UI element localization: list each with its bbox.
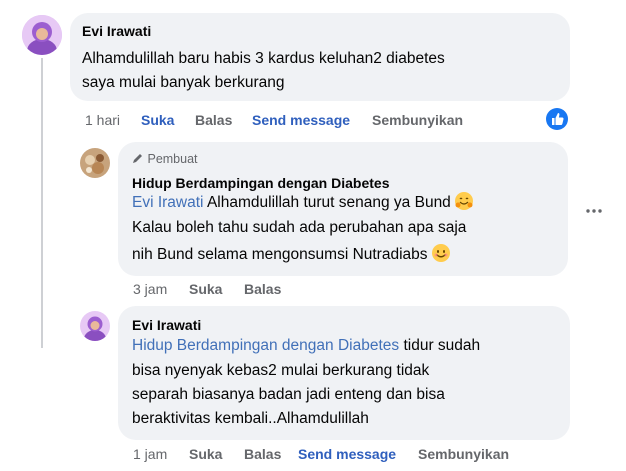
reply-bubble: Evi Irawati Hidup Berdampingan dengan Di… xyxy=(118,306,570,440)
avatar-photo xyxy=(22,15,62,55)
reply-text-line: Hidup Berdampingan dengan Diabetes tidur… xyxy=(132,335,480,357)
like-button[interactable]: Suka xyxy=(141,112,174,128)
reply-actions: 1 jam Suka Balas Send message Sembunyika… xyxy=(133,446,533,464)
page-avatar[interactable] xyxy=(80,148,110,178)
send-message-button[interactable]: Send message xyxy=(252,112,350,128)
reply-time[interactable]: 3 jam xyxy=(133,281,167,297)
reply-time[interactable]: 1 jam xyxy=(133,446,167,462)
reply-author[interactable]: Evi Irawati xyxy=(132,317,201,333)
reply-text-line: Evi Irawati Alhamdulillah turut senang y… xyxy=(132,192,474,214)
reply-bubble: Pembuat Hidup Berdampingan dengan Diabet… xyxy=(118,142,568,276)
hide-button[interactable]: Sembunyikan xyxy=(372,112,463,128)
author-badge: Pembuat xyxy=(132,152,198,166)
pencil-icon xyxy=(133,154,142,163)
mention-link[interactable]: Hidup Berdampingan dengan Diabetes xyxy=(132,337,399,354)
reply-button[interactable]: Balas xyxy=(244,281,281,297)
author-badge-label: Pembuat xyxy=(147,152,198,166)
reply-text-line: bisa nyenyak kebas2 mulai berkurang tida… xyxy=(132,362,430,379)
comment-author[interactable]: Evi Irawati xyxy=(82,23,151,39)
avatar[interactable] xyxy=(80,311,110,341)
comment-bubble: Evi Irawati Alhamdulillah baru habis 3 k… xyxy=(70,13,570,101)
reply-text-fragment: Alhamdulillah turut senang ya Bund xyxy=(203,194,451,211)
comment-text-line: saya mulai banyak berkurang xyxy=(82,74,285,91)
smiling-face-emoji-icon xyxy=(431,244,450,262)
send-message-button[interactable]: Send message xyxy=(298,446,396,462)
like-button[interactable]: Suka xyxy=(189,281,222,297)
reply-button[interactable]: Balas xyxy=(195,112,232,128)
reply-actions: 3 jam Suka Balas xyxy=(133,281,333,299)
mention-link[interactable]: Evi Irawati xyxy=(132,194,204,211)
reply-author[interactable]: Hidup Berdampingan dengan Diabetes xyxy=(132,175,389,191)
avatar[interactable] xyxy=(22,15,62,55)
like-thumb-icon[interactable] xyxy=(546,108,568,130)
reply-text-fragment: tidur sudah xyxy=(399,337,481,354)
thread-line xyxy=(41,58,43,348)
reply-text-line: nih Bund selama mengonsumsi Nutradiabs xyxy=(132,244,450,266)
reply-button[interactable]: Balas xyxy=(244,446,281,462)
reply-text-line: Kalau boleh tahu sudah ada perubahan apa… xyxy=(132,219,467,236)
reply-text-line: separah biasanya badan jadi enteng dan b… xyxy=(132,386,445,403)
reply-text-line: beraktivitas kembali..Alhamdulillah xyxy=(132,410,369,427)
comment-actions: 1 hari Suka Balas Send message Sembunyik… xyxy=(85,112,505,130)
page-logo-image xyxy=(80,148,110,178)
hide-button[interactable]: Sembunyikan xyxy=(418,446,509,462)
reply-text-fragment: nih Bund selama mengonsumsi Nutradiabs xyxy=(132,246,428,263)
avatar-photo xyxy=(80,311,110,341)
comment-time[interactable]: 1 hari xyxy=(85,112,120,128)
comment-text-line: Alhamdulillah baru habis 3 kardus keluha… xyxy=(82,50,445,67)
hugging-face-emoji-icon xyxy=(455,192,474,210)
like-button[interactable]: Suka xyxy=(189,446,222,462)
more-dots-icon[interactable] xyxy=(584,203,604,213)
